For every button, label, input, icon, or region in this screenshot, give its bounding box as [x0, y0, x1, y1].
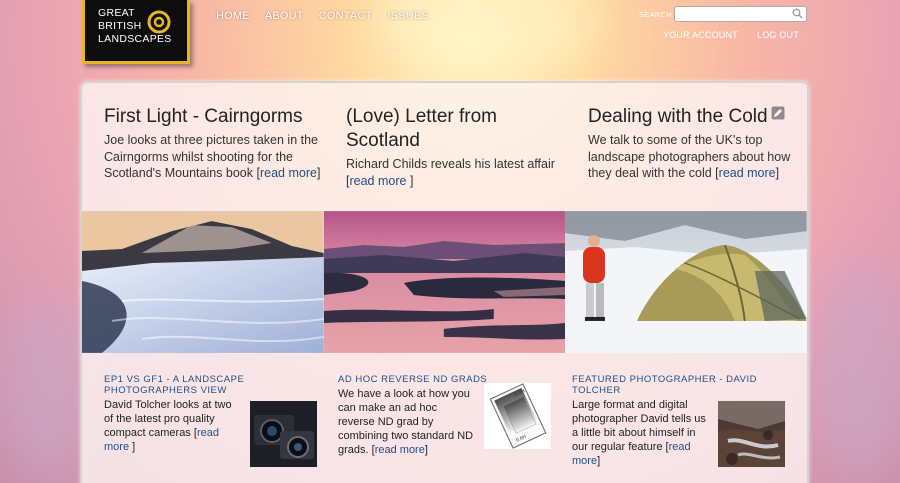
waterfall-thumbnail[interactable]	[718, 401, 785, 467]
read-more-link[interactable]: read more	[719, 166, 776, 180]
search-icon[interactable]	[792, 8, 803, 19]
cairngorms-photo[interactable]	[82, 211, 324, 353]
logo-text-1: GREAT	[98, 7, 135, 19]
logo-text-2: BRITISH	[98, 20, 142, 32]
search-input[interactable]	[674, 6, 807, 22]
feature-photos	[82, 211, 807, 353]
your-account-link[interactable]: YOUR ACCOUNT	[663, 30, 738, 40]
feature-text: Joe looks at three pictures taken in the…	[104, 133, 321, 180]
cameras-thumbnail[interactable]	[250, 401, 317, 467]
article-title[interactable]: EP1 vs GF1 - A Landscape Photographers V…	[104, 374, 319, 396]
nav-home[interactable]: HOME	[216, 10, 250, 22]
feature-text: We talk to some of the UK's top landscap…	[588, 133, 791, 180]
read-more-link[interactable]: read more	[260, 166, 317, 180]
scotland-loch-photo[interactable]	[323, 211, 566, 353]
feature-card: Dealing with the Cold We talk to some of…	[588, 105, 807, 182]
tent-snow-photo[interactable]	[565, 211, 807, 353]
article-item: Featured Photographer - David Tolcher La…	[572, 374, 787, 468]
article-title[interactable]: Featured Photographer - David Tolcher	[572, 374, 787, 396]
article-text: Large format and digital photographer Da…	[572, 399, 706, 467]
feature-title[interactable]: (Love) Letter from Scotland	[346, 105, 568, 153]
nav-issues[interactable]: ISSUES	[387, 10, 429, 22]
edit-icon[interactable]	[771, 106, 785, 120]
article-item: Ad Hoc Reverse ND grads We have a look a…	[338, 374, 553, 457]
nd-grad-thumbnail[interactable]: 0.3H 0.6H	[484, 383, 551, 449]
site-logo[interactable]: GREAT BRITISH LANDSCAPES	[82, 0, 190, 64]
article-text: David Tolcher looks at two of the latest…	[104, 399, 232, 453]
article-item: EP1 vs GF1 - A Landscape Photographers V…	[104, 374, 319, 467]
feature-card: First Light - Cairngorms Joe looks at th…	[104, 105, 326, 182]
feature-title[interactable]: Dealing with the Cold	[588, 105, 807, 129]
search-label: SEARCH	[639, 10, 673, 19]
read-more-link[interactable]: read more	[375, 444, 425, 456]
main-nav: HOME ABOUT CONTACT ISSUES	[216, 10, 444, 22]
logout-link[interactable]: LOG OUT	[757, 30, 799, 40]
nav-about[interactable]: ABOUT	[265, 10, 304, 22]
content-panel: First Light - Cairngorms Joe looks at th…	[80, 81, 809, 483]
nav-contact[interactable]: CONTACT	[319, 10, 373, 22]
feature-title[interactable]: First Light - Cairngorms	[104, 105, 326, 129]
article-text: We have a look at how you can make an ad…	[338, 388, 474, 456]
swirl-logo-icon	[147, 10, 171, 34]
logo-text-3: LANDSCAPES	[98, 33, 172, 45]
read-more-link[interactable]: read more	[349, 174, 409, 188]
feature-card: (Love) Letter from Scotland Richard Chil…	[346, 105, 568, 189]
feature-text: Richard Childs reveals his latest affair…	[346, 157, 555, 188]
